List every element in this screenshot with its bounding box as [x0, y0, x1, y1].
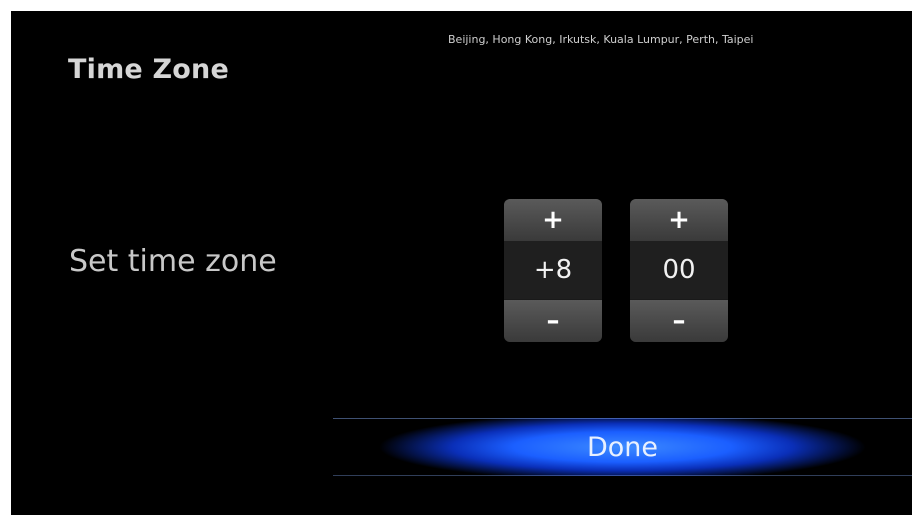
set-time-zone-label: Set time zone: [69, 244, 277, 279]
done-button[interactable]: Done: [333, 418, 912, 476]
time-zone-cities: Beijing, Hong Kong, Irkutsk, Kuala Lumpu…: [448, 33, 754, 46]
minutes-offset-value: 00: [630, 241, 728, 299]
done-button-label: Done: [586, 431, 659, 463]
minutes-increment-button[interactable]: +: [630, 199, 728, 242]
hours-offset-value: +8: [504, 241, 602, 299]
hours-offset-spinner: + +8 –: [504, 199, 602, 342]
hours-increment-button[interactable]: +: [504, 199, 602, 242]
hours-decrement-button[interactable]: –: [504, 299, 602, 342]
minutes-decrement-button[interactable]: –: [630, 299, 728, 342]
minutes-offset-spinner: + 00 –: [630, 199, 728, 342]
tv-screen: Time Zone Beijing, Hong Kong, Irkutsk, K…: [11, 11, 912, 515]
page-title: Time Zone: [68, 54, 229, 85]
